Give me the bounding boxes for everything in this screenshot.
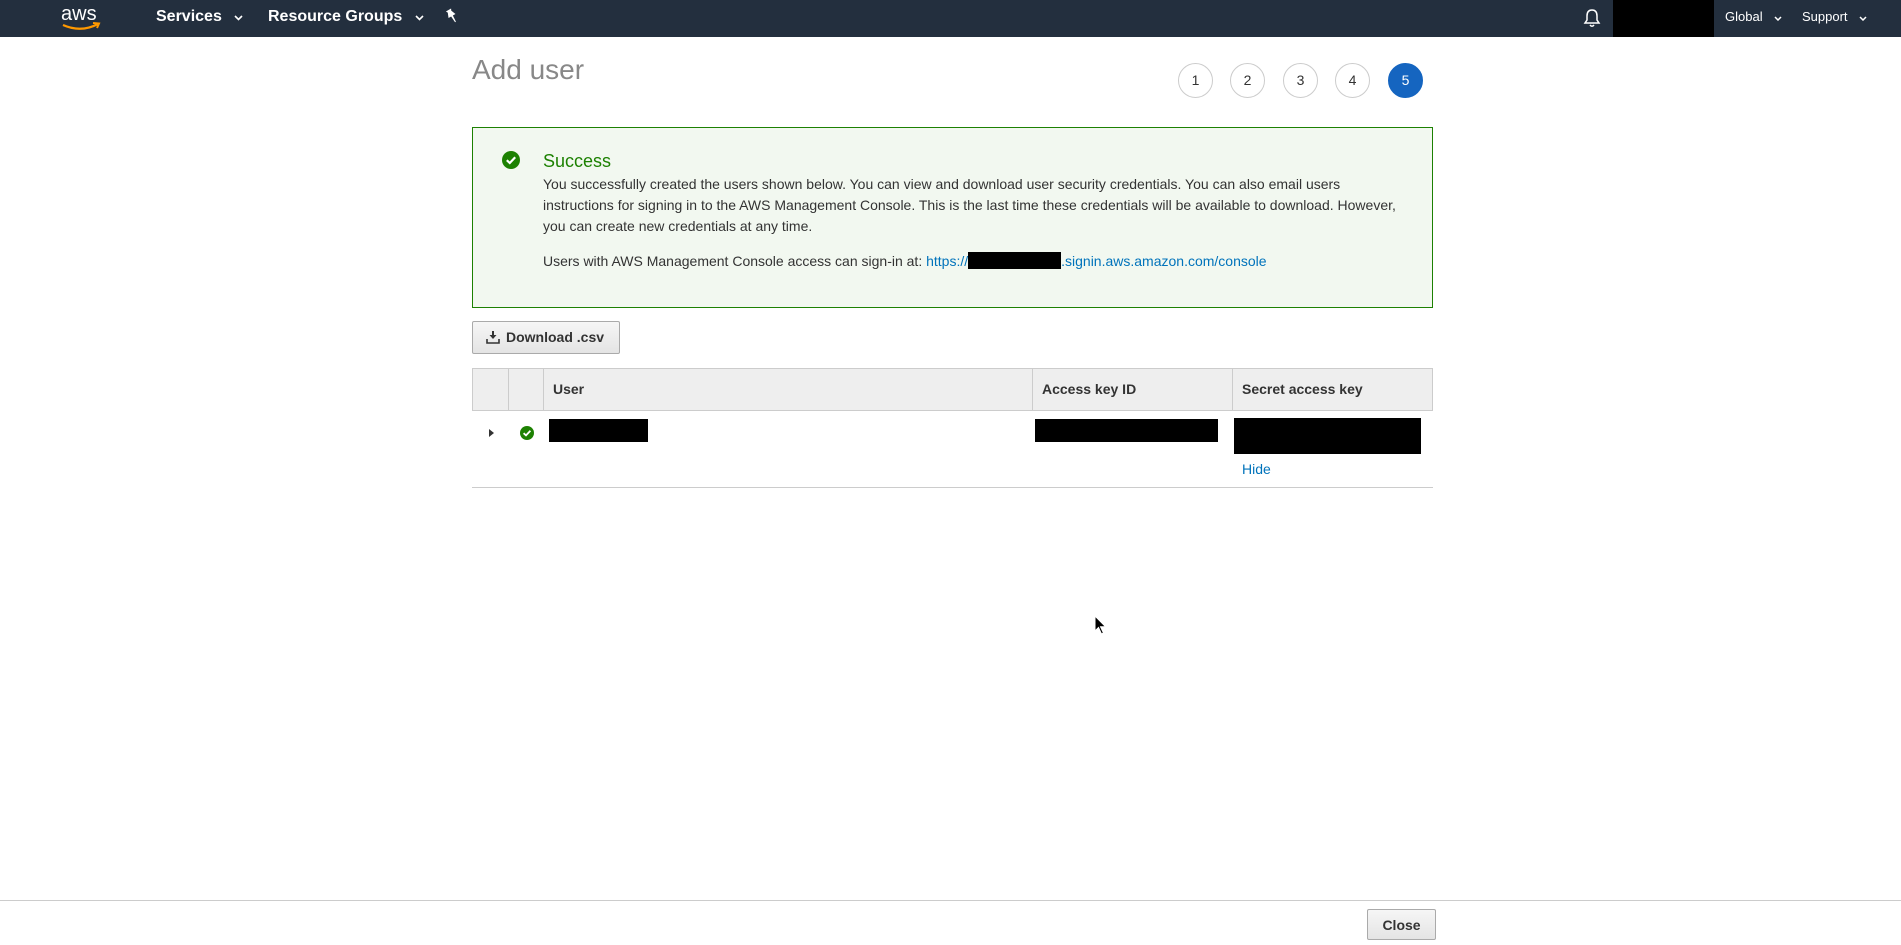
region-menu[interactable]: Global bbox=[1725, 0, 1782, 37]
column-header-access-key-id[interactable]: Access key ID bbox=[1032, 369, 1232, 410]
table-row: Hide bbox=[472, 411, 1433, 488]
resource-groups-menu[interactable]: Resource Groups bbox=[268, 0, 424, 37]
download-csv-button[interactable]: Download .csv bbox=[472, 321, 620, 354]
chevron-down-icon bbox=[1774, 16, 1782, 21]
console-signin-link[interactable]: https:// .signin.aws.amazon.com/console bbox=[926, 252, 1267, 269]
check-circle-icon bbox=[520, 426, 534, 440]
mouse-pointer-icon bbox=[1094, 615, 1107, 635]
credentials-table: User Access key ID Secret access key Hid… bbox=[472, 368, 1433, 488]
success-title: Success bbox=[543, 151, 612, 171]
support-menu[interactable]: Support bbox=[1802, 0, 1867, 37]
caret-right-icon[interactable] bbox=[486, 427, 496, 439]
wizard-step-5-active[interactable]: 5 bbox=[1388, 63, 1423, 98]
account-alias-redacted bbox=[968, 252, 1062, 269]
bell-icon[interactable] bbox=[1583, 8, 1601, 28]
download-csv-label: Download .csv bbox=[506, 329, 605, 345]
expand-column-header bbox=[473, 369, 508, 410]
aws-logo[interactable]: aws bbox=[60, 2, 102, 32]
signin-prefix: Users with AWS Management Console access… bbox=[543, 253, 927, 269]
services-menu[interactable]: Services bbox=[156, 0, 243, 37]
pin-icon[interactable] bbox=[444, 7, 460, 25]
signin-link-end: .signin.aws.amazon.com/console bbox=[1061, 253, 1267, 269]
footer-bar: Close bbox=[0, 900, 1901, 945]
column-header-user[interactable]: User bbox=[543, 369, 1032, 410]
resource-groups-label: Resource Groups bbox=[268, 8, 403, 25]
top-navigation-bar: aws Services Resource Groups Global Supp… bbox=[0, 0, 1901, 37]
wizard-step-2[interactable]: 2 bbox=[1230, 63, 1265, 98]
table-header: User Access key ID Secret access key bbox=[472, 368, 1433, 411]
wizard-step-1[interactable]: 1 bbox=[1178, 63, 1213, 98]
status-column-header bbox=[508, 369, 543, 410]
page-title: Add user bbox=[472, 54, 585, 85]
username-redacted bbox=[549, 419, 648, 442]
column-header-secret-access-key[interactable]: Secret access key bbox=[1232, 369, 1432, 410]
wizard-step-3[interactable]: 3 bbox=[1283, 63, 1318, 98]
chevron-down-icon bbox=[234, 15, 243, 21]
chevron-down-icon bbox=[415, 15, 424, 21]
success-message: You successfully created the users shown… bbox=[543, 176, 1396, 234]
support-label: Support bbox=[1802, 9, 1848, 24]
region-label: Global bbox=[1725, 9, 1763, 24]
close-button[interactable]: Close bbox=[1367, 909, 1436, 940]
signin-url-line: Users with AWS Management Console access… bbox=[543, 252, 1267, 269]
aws-logo-text: aws bbox=[61, 3, 97, 25]
access-key-id-redacted bbox=[1035, 419, 1218, 442]
signin-link-start: https:// bbox=[926, 253, 969, 269]
download-icon bbox=[486, 331, 500, 344]
account-menu-redacted[interactable] bbox=[1613, 0, 1714, 37]
success-alert: Success You successfully created the use… bbox=[472, 127, 1433, 308]
hide-secret-link[interactable]: Hide bbox=[1242, 461, 1271, 477]
secret-access-key-redacted bbox=[1234, 418, 1421, 454]
chevron-down-icon bbox=[1859, 16, 1867, 21]
services-label: Services bbox=[156, 8, 222, 25]
wizard-step-4[interactable]: 4 bbox=[1335, 63, 1370, 98]
check-circle-icon bbox=[502, 151, 520, 169]
